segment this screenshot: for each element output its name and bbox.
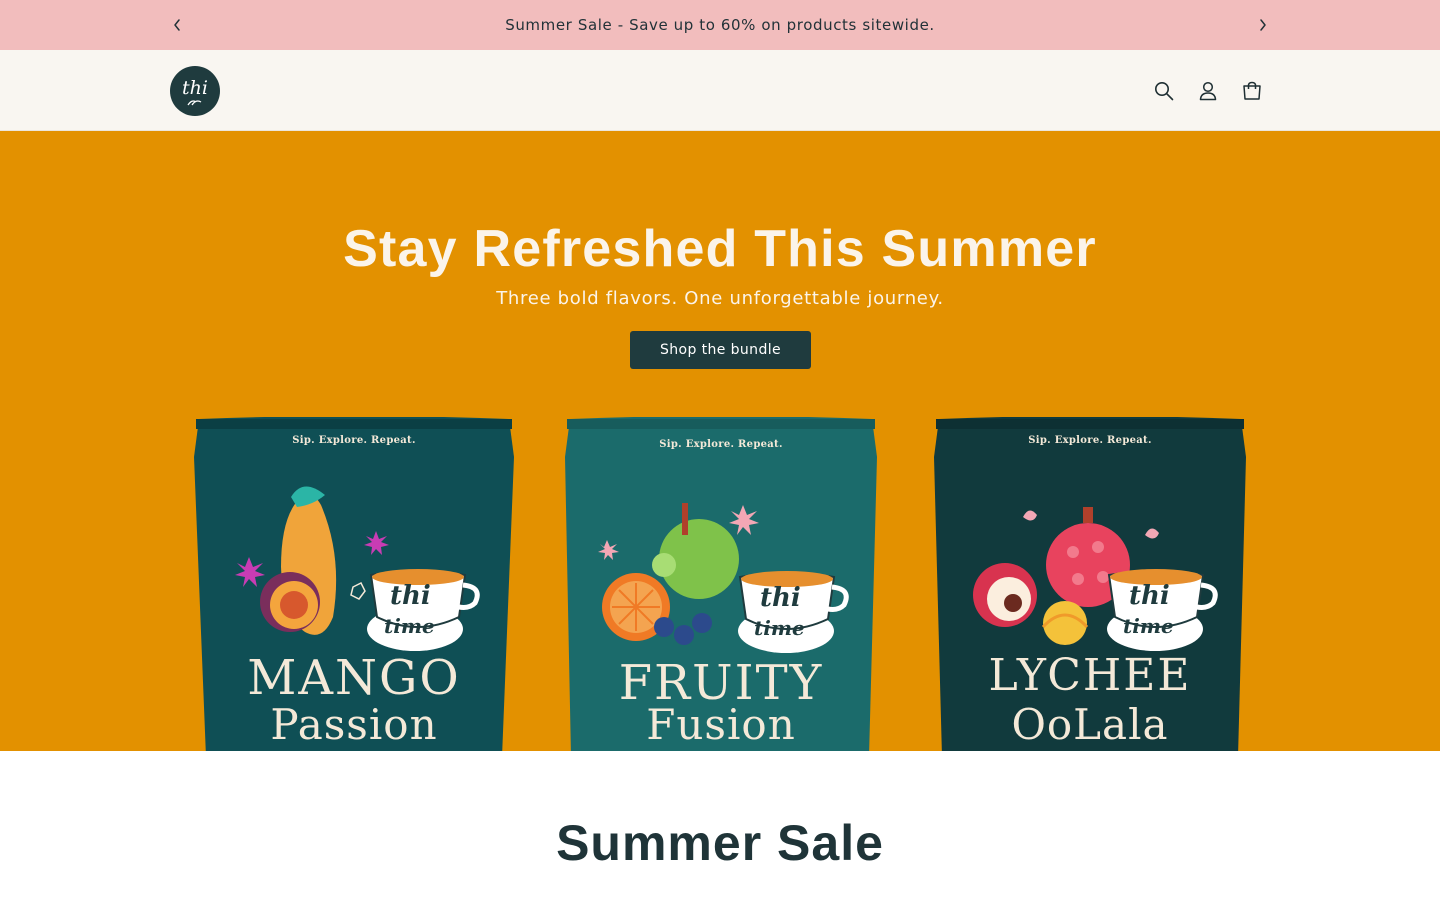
- search-icon[interactable]: [1151, 78, 1177, 104]
- pouch-tagline: Sip. Explore. Repeat.: [1028, 435, 1152, 446]
- product-pouch-fruity[interactable]: Sip. Explore. Repeat. thi time FRUITY Fu…: [564, 417, 878, 751]
- announcement-message: Summer Sale - Save up to 60% on products…: [505, 16, 935, 34]
- pouch-tagline: Sip. Explore. Repeat.: [659, 439, 783, 450]
- pouch-brand-bottom: time: [1123, 614, 1174, 638]
- pouch-name-line1: MANGO: [247, 650, 461, 706]
- account-icon[interactable]: [1195, 78, 1221, 104]
- chevron-right-icon[interactable]: [1251, 13, 1275, 37]
- pouch-name-line2: Fusion: [646, 700, 796, 749]
- pouch-brand-bottom: time: [754, 616, 805, 640]
- pouch-brand-bottom: time: [384, 614, 435, 638]
- cart-icon[interactable]: [1239, 78, 1265, 104]
- pouch-name-line2: Passion: [270, 700, 438, 749]
- pouch-brand-top: thi: [760, 583, 801, 613]
- logo-text: thi: [182, 76, 208, 99]
- hero-subtitle: Three bold flavors. One unforgettable jo…: [496, 288, 944, 309]
- hero-title: Stay Refreshed This Summer: [343, 220, 1097, 278]
- hero-banner: Stay Refreshed This Summer Three bold fl…: [0, 131, 1440, 751]
- pouch-name-line1: LYCHEE: [988, 650, 1192, 701]
- announcement-bar: Summer Sale - Save up to 60% on products…: [0, 0, 1440, 50]
- site-header: thi: [0, 50, 1440, 131]
- shop-bundle-button[interactable]: Shop the bundle: [630, 331, 811, 369]
- pouch-tagline: Sip. Explore. Repeat.: [292, 435, 416, 446]
- pouch-name-line2: OoLala: [1011, 700, 1169, 749]
- logo[interactable]: thi: [170, 66, 220, 116]
- section-title: Summer Sale: [556, 815, 884, 871]
- pouch-brand-top: thi: [390, 581, 431, 611]
- product-pouch-mango[interactable]: Sip. Explore. Repeat. thi time MANGO Pas…: [193, 417, 515, 751]
- product-pouch-lychee[interactable]: Sip. Explore. Repeat. thi time LYCHEE Oo…: [933, 417, 1247, 751]
- pouch-brand-top: thi: [1129, 581, 1170, 611]
- leaf-icon: [187, 100, 202, 106]
